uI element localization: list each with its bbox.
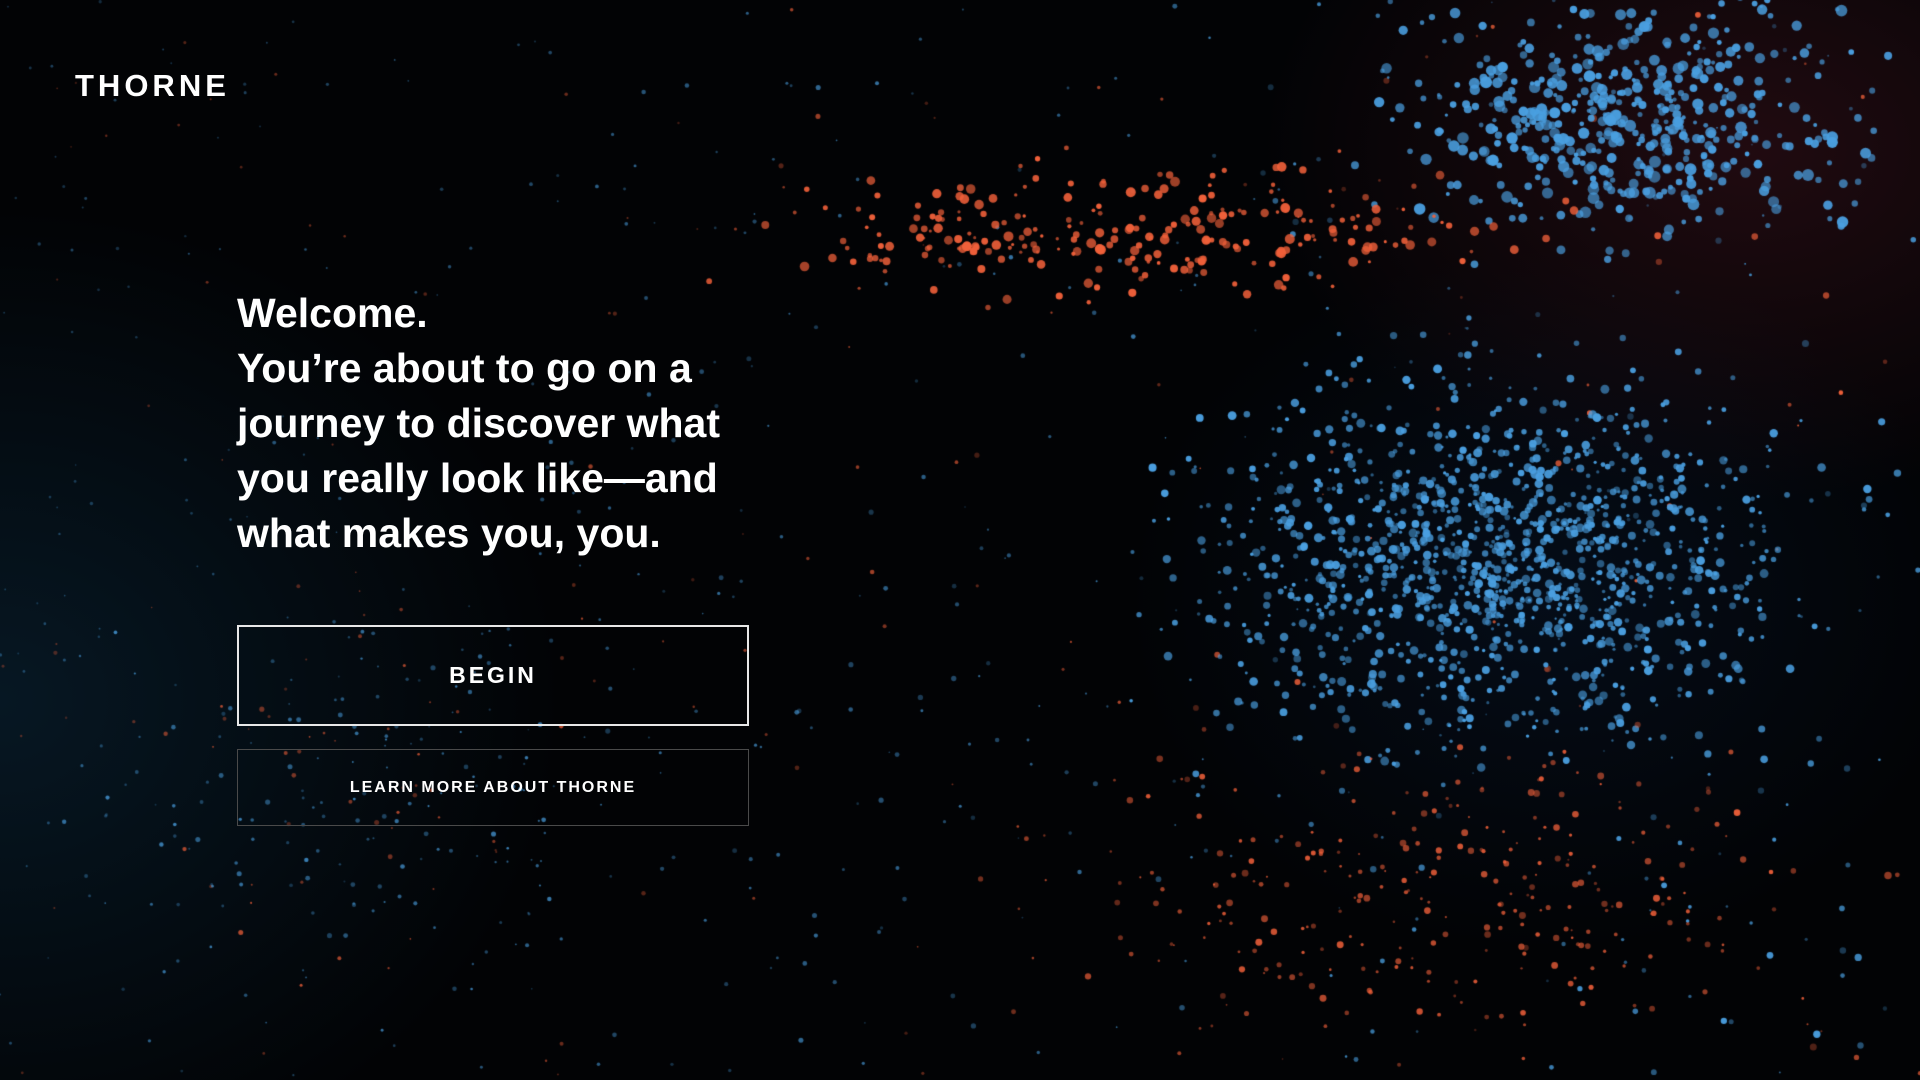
welcome-heading: Welcome. bbox=[237, 290, 428, 336]
hero-text: Welcome. You’re about to go on a journey… bbox=[237, 286, 777, 561]
thorne-logo[interactable]: THORNE bbox=[75, 68, 230, 104]
begin-button[interactable]: BEGIN bbox=[237, 625, 749, 726]
journey-description: You’re about to go on a journey to disco… bbox=[237, 345, 720, 556]
learn-more-button[interactable]: LEARN MORE ABOUT THORNE bbox=[237, 749, 749, 826]
